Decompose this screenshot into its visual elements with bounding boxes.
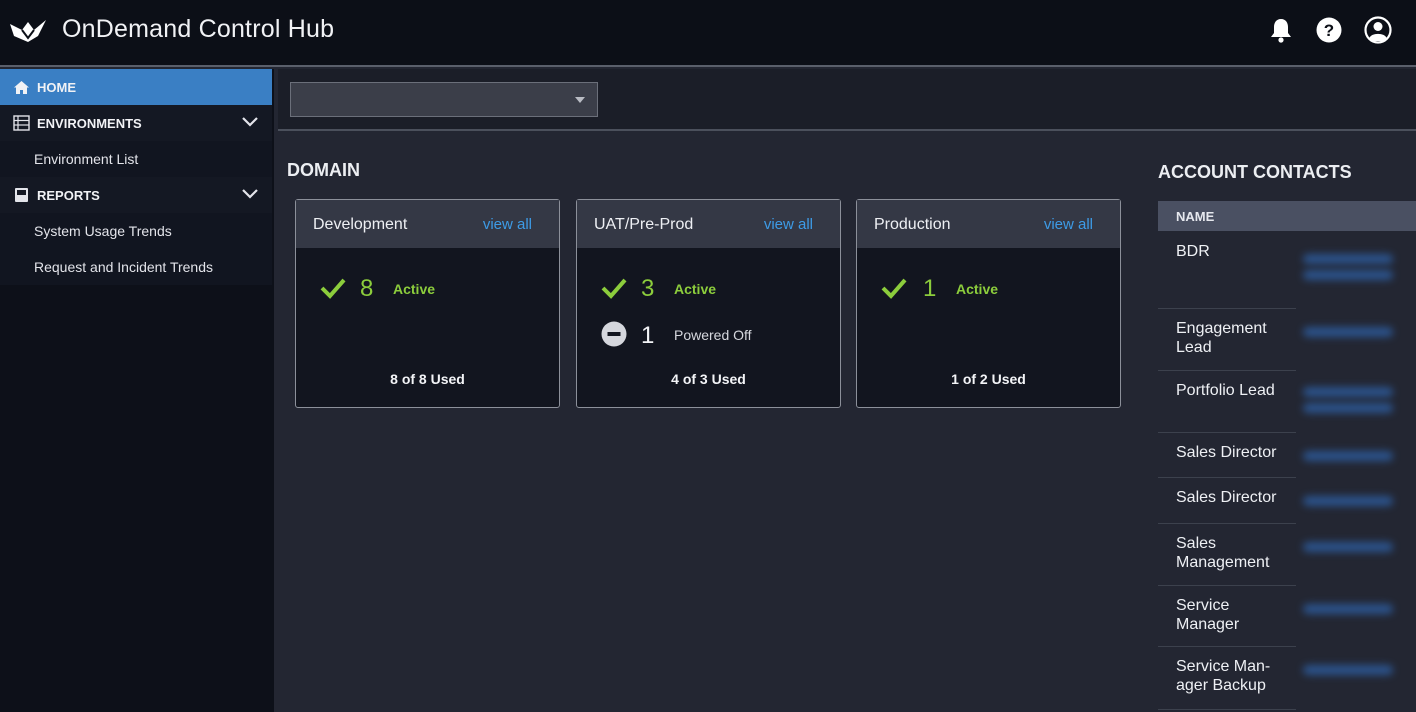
card-title: Production (874, 216, 951, 233)
sidebar-item-label: ENVIRONMENTS (37, 116, 142, 131)
sidebar-item-label: HOME (37, 80, 76, 95)
sidebar-item-label: Request and Incident Trends (34, 259, 214, 275)
table-row: Service Manager (1158, 586, 1416, 647)
checkmark-icon (601, 278, 627, 299)
view-all-link[interactable]: view all (483, 216, 532, 233)
contact-role: Service Man-ager Backup (1176, 658, 1271, 694)
usage-summary: 8 of 8 Used (390, 371, 465, 387)
top-bar: OnDemand Control Hub ? (0, 0, 1416, 67)
redacted-contact-name (1303, 665, 1393, 675)
active-count: 8 (360, 275, 374, 302)
redacted-contact-name (1303, 254, 1393, 264)
contacts-table-header: NAME (1158, 201, 1416, 231)
redacted-contact-name (1303, 451, 1393, 461)
contact-role: Sales Director (1176, 489, 1277, 506)
domain-card-production: Production view all 1 Active 1 of 2 Used (856, 199, 1121, 408)
checkmark-icon (881, 278, 907, 299)
chevron-down-icon[interactable] (241, 115, 259, 129)
sidebar: HOME ENVIRONMENTS Environment List REPOR… (0, 69, 274, 712)
sidebar-item-home[interactable]: HOME (0, 69, 272, 105)
bell-icon[interactable] (1267, 16, 1295, 44)
contact-role: Portfolio Lead (1176, 382, 1275, 399)
sidebar-item-reports[interactable]: REPORTS (0, 177, 272, 213)
home-icon (14, 81, 29, 94)
powered-off-icon (601, 321, 627, 347)
sidebar-item-environment-list[interactable]: Environment List (0, 141, 272, 177)
table-row: Engagement Lead (1158, 309, 1416, 371)
app-title: OnDemand Control Hub (62, 15, 335, 43)
view-all-link[interactable]: view all (764, 216, 813, 233)
chevron-down-icon[interactable] (241, 187, 259, 201)
powered-off-count: 1 (641, 322, 655, 349)
table-row: BDR (1158, 232, 1416, 309)
sidebar-item-environments[interactable]: ENVIRONMENTS (0, 105, 272, 141)
view-all-link[interactable]: view all (1044, 216, 1093, 233)
logo-icon (10, 20, 46, 42)
sidebar-item-label: REPORTS (37, 188, 100, 203)
sidebar-item-label: System Usage Trends (34, 223, 172, 239)
card-header: Production view all (857, 200, 1120, 248)
contact-role: Sales Management (1176, 535, 1270, 571)
card-header: UAT/Pre-Prod view all (577, 200, 840, 248)
redacted-contact-name (1303, 327, 1393, 337)
svg-text:?: ? (1324, 21, 1334, 40)
contact-role: Service Manager (1176, 597, 1240, 633)
active-label: Active (674, 281, 717, 297)
redacted-contact-name (1303, 542, 1393, 552)
contact-role: BDR (1176, 243, 1210, 260)
usage-summary: 1 of 2 Used (951, 371, 1026, 387)
domain-card-uat-pre-prod: UAT/Pre-Prod view all 3 Active 1 Powered… (576, 199, 841, 408)
domain-title: DOMAIN (287, 160, 360, 180)
table-row: Portfolio Lead (1158, 371, 1416, 433)
sidebar-item-request-incident-trends[interactable]: Request and Incident Trends (0, 249, 272, 285)
toolbar (278, 69, 1416, 131)
help-icon[interactable]: ? (1315, 16, 1343, 44)
redacted-contact-name (1303, 270, 1393, 280)
redacted-contact-name (1303, 604, 1393, 614)
active-label: Active (393, 281, 436, 297)
table-row: Sales Director (1158, 478, 1416, 524)
column-header-name: NAME (1176, 209, 1215, 224)
active-count: 3 (641, 275, 655, 302)
user-account-icon[interactable] (1364, 16, 1392, 44)
environment-selector-dropdown[interactable] (290, 82, 598, 117)
active-label: Active (956, 281, 999, 297)
active-count: 1 (923, 275, 937, 302)
account-contacts-title: ACCOUNT CONTACTS (1158, 162, 1352, 182)
report-icon (15, 188, 28, 202)
redacted-contact-name (1303, 403, 1393, 413)
usage-summary: 4 of 3 Used (671, 371, 746, 387)
table-row: Sales Management (1158, 524, 1416, 586)
card-title: Development (313, 216, 408, 233)
list-icon (13, 115, 30, 131)
redacted-contact-name (1303, 387, 1393, 397)
card-title: UAT/Pre-Prod (594, 216, 694, 233)
table-row: Sales Director (1158, 433, 1416, 478)
checkmark-icon (320, 278, 346, 299)
caret-down-icon (575, 97, 585, 103)
table-row: Service Man-ager Backup (1158, 647, 1416, 710)
domain-card-development: Development view all 8 Active 8 of 8 Use… (295, 199, 560, 408)
contact-role: Engagement Lead (1176, 320, 1267, 356)
contact-role: Sales Director (1176, 444, 1277, 461)
powered-off-label: Powered Off (674, 327, 752, 343)
sidebar-item-label: Environment List (34, 151, 139, 167)
redacted-contact-name (1303, 496, 1393, 506)
sidebar-item-system-usage-trends[interactable]: System Usage Trends (0, 213, 272, 249)
card-header: Development view all (296, 200, 559, 248)
row-divider (1158, 709, 1296, 710)
